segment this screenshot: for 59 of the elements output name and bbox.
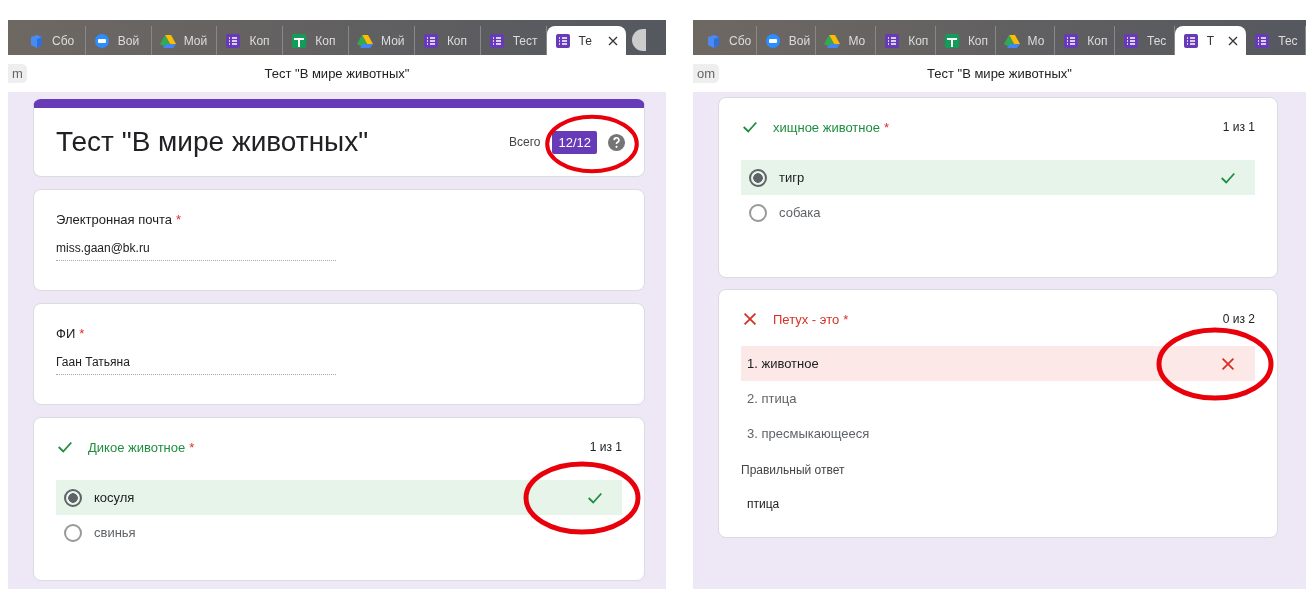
video-icon	[93, 32, 110, 49]
browser-tab[interactable]: Те	[546, 26, 626, 55]
triangle-logo-icon	[824, 32, 841, 49]
question-title: Петух - это	[773, 311, 840, 327]
help-icon[interactable]	[607, 132, 626, 152]
required-mark: *	[79, 326, 85, 341]
correct-answer-label: Правильный ответ	[741, 463, 846, 477]
video-icon	[764, 32, 781, 49]
question-score: 1 из 1	[1222, 120, 1255, 134]
browser-tab[interactable]: Т	[1174, 26, 1247, 55]
required-mark: *	[189, 439, 195, 455]
form-title: Тест "В мире животных"	[56, 126, 369, 158]
question-title: хищное животное	[773, 119, 880, 135]
option-label: косуля	[94, 490, 135, 505]
answer-field[interactable]: miss.gaan@bk.ru	[56, 241, 336, 261]
form-icon	[554, 32, 571, 49]
radio-button[interactable]	[749, 203, 767, 222]
question-label: ФИ	[56, 326, 76, 341]
close-icon[interactable]	[607, 35, 618, 46]
form-icon	[884, 32, 901, 49]
form-icon	[1254, 32, 1271, 49]
question-title: Дикое животное	[88, 439, 186, 455]
option-label: собака	[779, 205, 821, 220]
triangle-logo-icon	[1003, 32, 1020, 49]
option-label: свинья	[94, 525, 136, 540]
option-label: 3. пресмыкающееся	[747, 426, 870, 441]
page-title: Тест "В мире животных"	[264, 66, 410, 81]
close-icon[interactable]	[1228, 35, 1239, 46]
question-label: Электронная почта	[56, 212, 172, 227]
option-label: тигр	[779, 170, 805, 185]
question-score: 0 из 2	[1222, 312, 1255, 326]
form-icon	[1123, 32, 1140, 49]
required-mark: *	[883, 119, 890, 135]
triangle-logo-icon	[159, 32, 176, 49]
answer-field[interactable]: Гаан Татьяна	[56, 355, 336, 375]
radio-button[interactable]	[64, 523, 82, 542]
form-icon	[422, 32, 439, 49]
form-icon	[488, 32, 505, 49]
form-icon	[225, 32, 242, 49]
option-label: 2. птица	[747, 391, 797, 406]
form-icon	[1063, 32, 1080, 49]
radio-button[interactable]	[64, 488, 82, 507]
correct-answer: птица	[747, 497, 781, 511]
question-score: 1 из 1	[589, 440, 622, 454]
total-label: Всего	[509, 135, 541, 149]
page-title: Тест "В мире животных"	[927, 66, 1072, 81]
form-icon	[1182, 32, 1199, 49]
spreadsheet-icon	[291, 32, 308, 49]
triangle-logo-icon	[357, 32, 374, 49]
required-mark: *	[843, 311, 849, 327]
cube-icon	[705, 32, 721, 49]
score-badge: 12/12	[552, 130, 597, 154]
required-mark: *	[176, 212, 182, 227]
address-fragment[interactable]: m	[8, 64, 27, 83]
spreadsheet-icon	[943, 32, 960, 49]
radio-button[interactable]	[749, 168, 767, 187]
option-label: 1. животное	[747, 356, 819, 371]
cube-icon	[28, 32, 44, 49]
address-fragment[interactable]: om	[693, 64, 720, 83]
